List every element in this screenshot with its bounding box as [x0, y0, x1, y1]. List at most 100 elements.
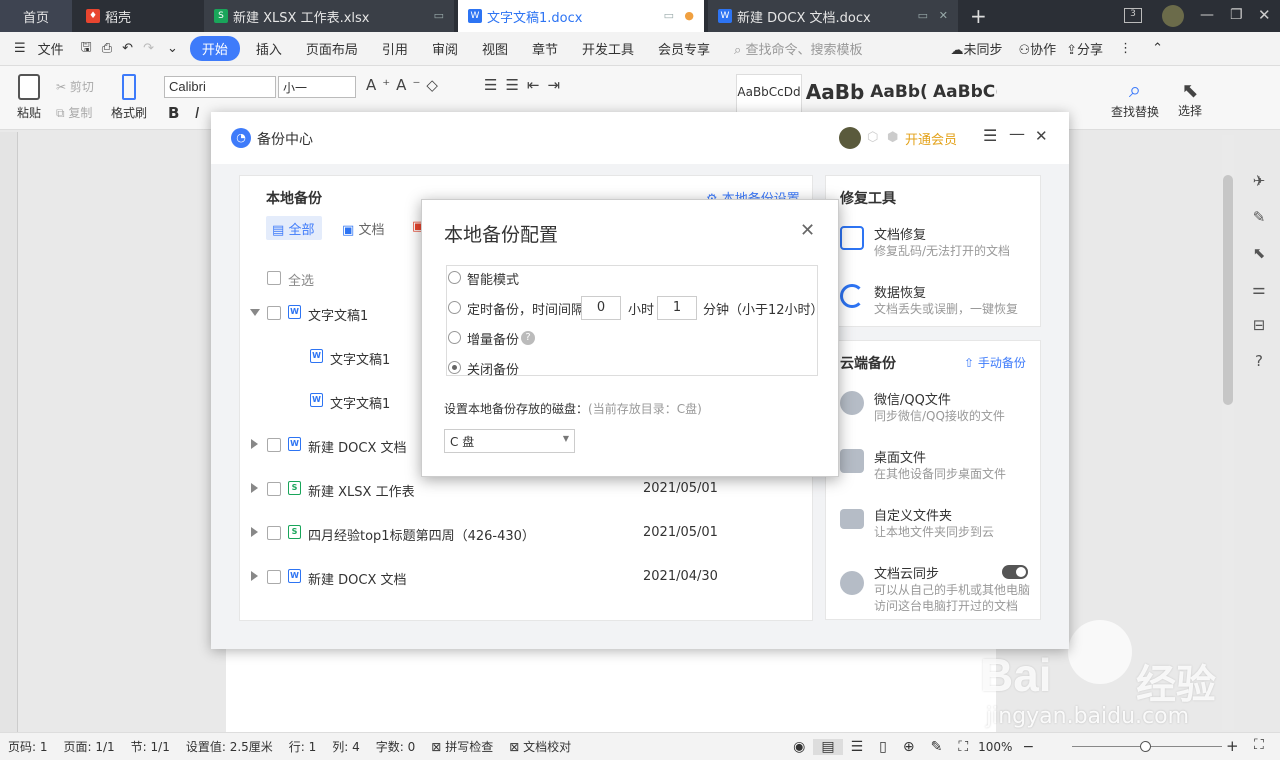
manual-backup-link[interactable]: ⇧ 手动备份 [964, 354, 1026, 371]
new-tab-icon[interactable]: + [970, 4, 987, 28]
expand-icon[interactable]: ⛶ [1254, 737, 1264, 753]
restore-icon[interactable]: ❐ [1230, 7, 1243, 23]
row-checkbox[interactable] [267, 306, 281, 320]
fit-icon[interactable]: ⛶ [950, 739, 976, 755]
pointer-icon[interactable]: ⬉ [1250, 244, 1268, 262]
doc-repair-item[interactable]: 文档修复 修复乱码/无法打开的文档 [826, 220, 1040, 278]
save-icon[interactable]: 🖫 [76, 38, 97, 60]
row-checkbox[interactable] [267, 526, 281, 540]
select-button[interactable]: ⬉ 选择 [1172, 78, 1208, 119]
spell-check-button[interactable]: ⊠ 拼写检查 [423, 738, 501, 755]
tab-doc1[interactable]: W 文字文稿1.docx ▭ ● [458, 0, 704, 32]
menu-member[interactable]: 会员专享 [646, 39, 722, 58]
close-icon[interactable]: ✕ [939, 9, 948, 22]
radio-incremental-backup[interactable] [448, 331, 461, 344]
collapse-icon[interactable]: ⌃ [1142, 41, 1173, 56]
menu-layout[interactable]: 页面布局 [294, 39, 370, 58]
rocket-icon[interactable]: ✈ [1250, 172, 1268, 190]
tab-docx[interactable]: W 新建 DOCX 文档.docx ▭ ✕ [708, 0, 958, 32]
minimize-icon[interactable]: — [1200, 7, 1214, 23]
kebab-icon[interactable]: ⋮ [1109, 41, 1142, 56]
select-all-checkbox[interactable] [267, 271, 281, 285]
list-icons[interactable]: ☰☰⇤⇥ [484, 76, 568, 94]
adjust-icon[interactable]: ⚌ [1250, 280, 1268, 298]
font-size-select[interactable]: 小一 [278, 76, 356, 98]
zoom-in-icon[interactable]: + [1226, 737, 1239, 755]
radio-disable-backup[interactable] [448, 361, 461, 374]
command-search[interactable]: ⌕ 查找命令、搜索模板 [722, 39, 874, 58]
redo-icon[interactable]: ↷ [138, 41, 159, 56]
radio-timed-backup[interactable] [448, 301, 461, 314]
zoom-level[interactable]: 100% [976, 740, 1014, 754]
cloud-sync-toggle[interactable] [1002, 565, 1028, 579]
print-icon[interactable]: ⎙ [97, 41, 117, 56]
scroll-thumb[interactable] [1223, 175, 1233, 405]
sync-button[interactable]: ☁未同步 [938, 39, 1014, 58]
paste-button[interactable]: 粘贴 [12, 74, 46, 121]
open-member-link[interactable]: 开通会员 [905, 129, 957, 148]
file-row[interactable]: S 四月经验top1标题第四周（426-430） 2021/05/01 [240, 511, 812, 555]
minutes-input[interactable]: 1 [657, 296, 697, 320]
zoom-out-icon[interactable]: − [1014, 739, 1042, 755]
font-select[interactable]: Calibri [164, 76, 276, 98]
menu-section[interactable]: 章节 [520, 39, 570, 58]
file-menu[interactable]: 文件 [38, 39, 76, 58]
web-view-icon[interactable]: ⊕ [895, 739, 923, 755]
menu-insert[interactable]: 插入 [244, 39, 294, 58]
format-painter-button[interactable]: 格式刷 [108, 74, 150, 121]
menu-icon[interactable]: ☰ [983, 126, 997, 145]
help-icon[interactable]: ? [521, 331, 535, 345]
row-checkbox[interactable] [267, 438, 281, 452]
wechat-qq-item[interactable]: 微信/QQ文件 同步微信/QQ接收的文件 [826, 385, 1040, 443]
tab-docer[interactable]: ♦ 稻壳 [76, 0, 200, 32]
minimize-icon[interactable]: — [1009, 124, 1025, 143]
page-view-icon[interactable]: ▤ [813, 738, 843, 755]
share-button[interactable]: ⇪分享 [1060, 39, 1109, 58]
italic-icon[interactable]: I [195, 104, 199, 122]
tab-home[interactable]: 首页 [0, 0, 72, 32]
collab-button[interactable]: ⚇协作 [1014, 39, 1060, 58]
desktop-files-item[interactable]: 桌面文件 在其他设备同步桌面文件 [826, 443, 1040, 501]
disk-select[interactable]: C 盘 ▼ [444, 429, 575, 453]
collapse-arrow-icon[interactable] [251, 571, 258, 581]
proofread-button[interactable]: ⊠ 文档校对 [501, 738, 579, 755]
read-view-icon[interactable]: ▯ [871, 739, 895, 755]
avatar[interactable] [1162, 5, 1184, 27]
close-icon[interactable]: ✕ [800, 220, 815, 241]
data-recovery-item[interactable]: 数据恢复 文档丢失或误删，一键恢复 [826, 278, 1040, 336]
custom-folder-item[interactable]: 自定义文件夹 让本地文件夹同步到云 [826, 501, 1040, 559]
filter-doc[interactable]: ▣ 文档 [342, 219, 384, 238]
more-icon[interactable]: ⌄ [159, 41, 186, 56]
help-icon[interactable]: ? [1250, 352, 1268, 370]
close-window-icon[interactable]: ✕ [1258, 6, 1271, 24]
row-checkbox[interactable] [267, 482, 281, 496]
hours-input[interactable]: 0 [581, 296, 621, 320]
radio-smart-mode[interactable] [448, 271, 461, 284]
doc-cloud-sync-item[interactable]: 文档云同步 可以从自己的手机或其他电脑 访问这台电脑打开过的文档 [826, 559, 1040, 619]
close-icon[interactable]: ✕ [1035, 127, 1048, 145]
menu-reference[interactable]: 引用 [370, 39, 420, 58]
monitor-icon[interactable]: ▭ [918, 9, 928, 22]
cut-button[interactable]: ✂ 剪切 [56, 78, 94, 95]
menu-view[interactable]: 视图 [470, 39, 520, 58]
collapse-arrow-icon[interactable] [251, 527, 258, 537]
monitor-icon[interactable]: ▭ [434, 9, 444, 22]
monitor-icon[interactable]: ▭ [664, 9, 674, 22]
pen-view-icon[interactable]: ✎ [923, 739, 951, 755]
pen-icon[interactable]: ✎ [1250, 208, 1268, 226]
window-count-icon[interactable]: 3 [1124, 8, 1142, 23]
expand-arrow-icon[interactable] [250, 309, 260, 316]
outline-view-icon[interactable]: ☰ [843, 739, 872, 755]
filter-all[interactable]: ▤ 全部 [266, 216, 322, 240]
menu-dev[interactable]: 开发工具 [570, 39, 646, 58]
bold-icon[interactable]: B [168, 104, 179, 122]
row-checkbox[interactable] [267, 570, 281, 584]
undo-icon[interactable]: ↶ [117, 41, 138, 56]
collapse-arrow-icon[interactable] [251, 439, 258, 449]
collapse-arrow-icon[interactable] [251, 483, 258, 493]
tab-xlsx[interactable]: S 新建 XLSX 工作表.xlsx ▭ [204, 0, 454, 32]
menu-start[interactable]: 开始 [189, 36, 240, 61]
menu-review[interactable]: 审阅 [420, 39, 470, 58]
hamburger-icon[interactable]: ☰ [0, 41, 38, 56]
inbox-icon[interactable]: ⊟ [1250, 316, 1268, 334]
